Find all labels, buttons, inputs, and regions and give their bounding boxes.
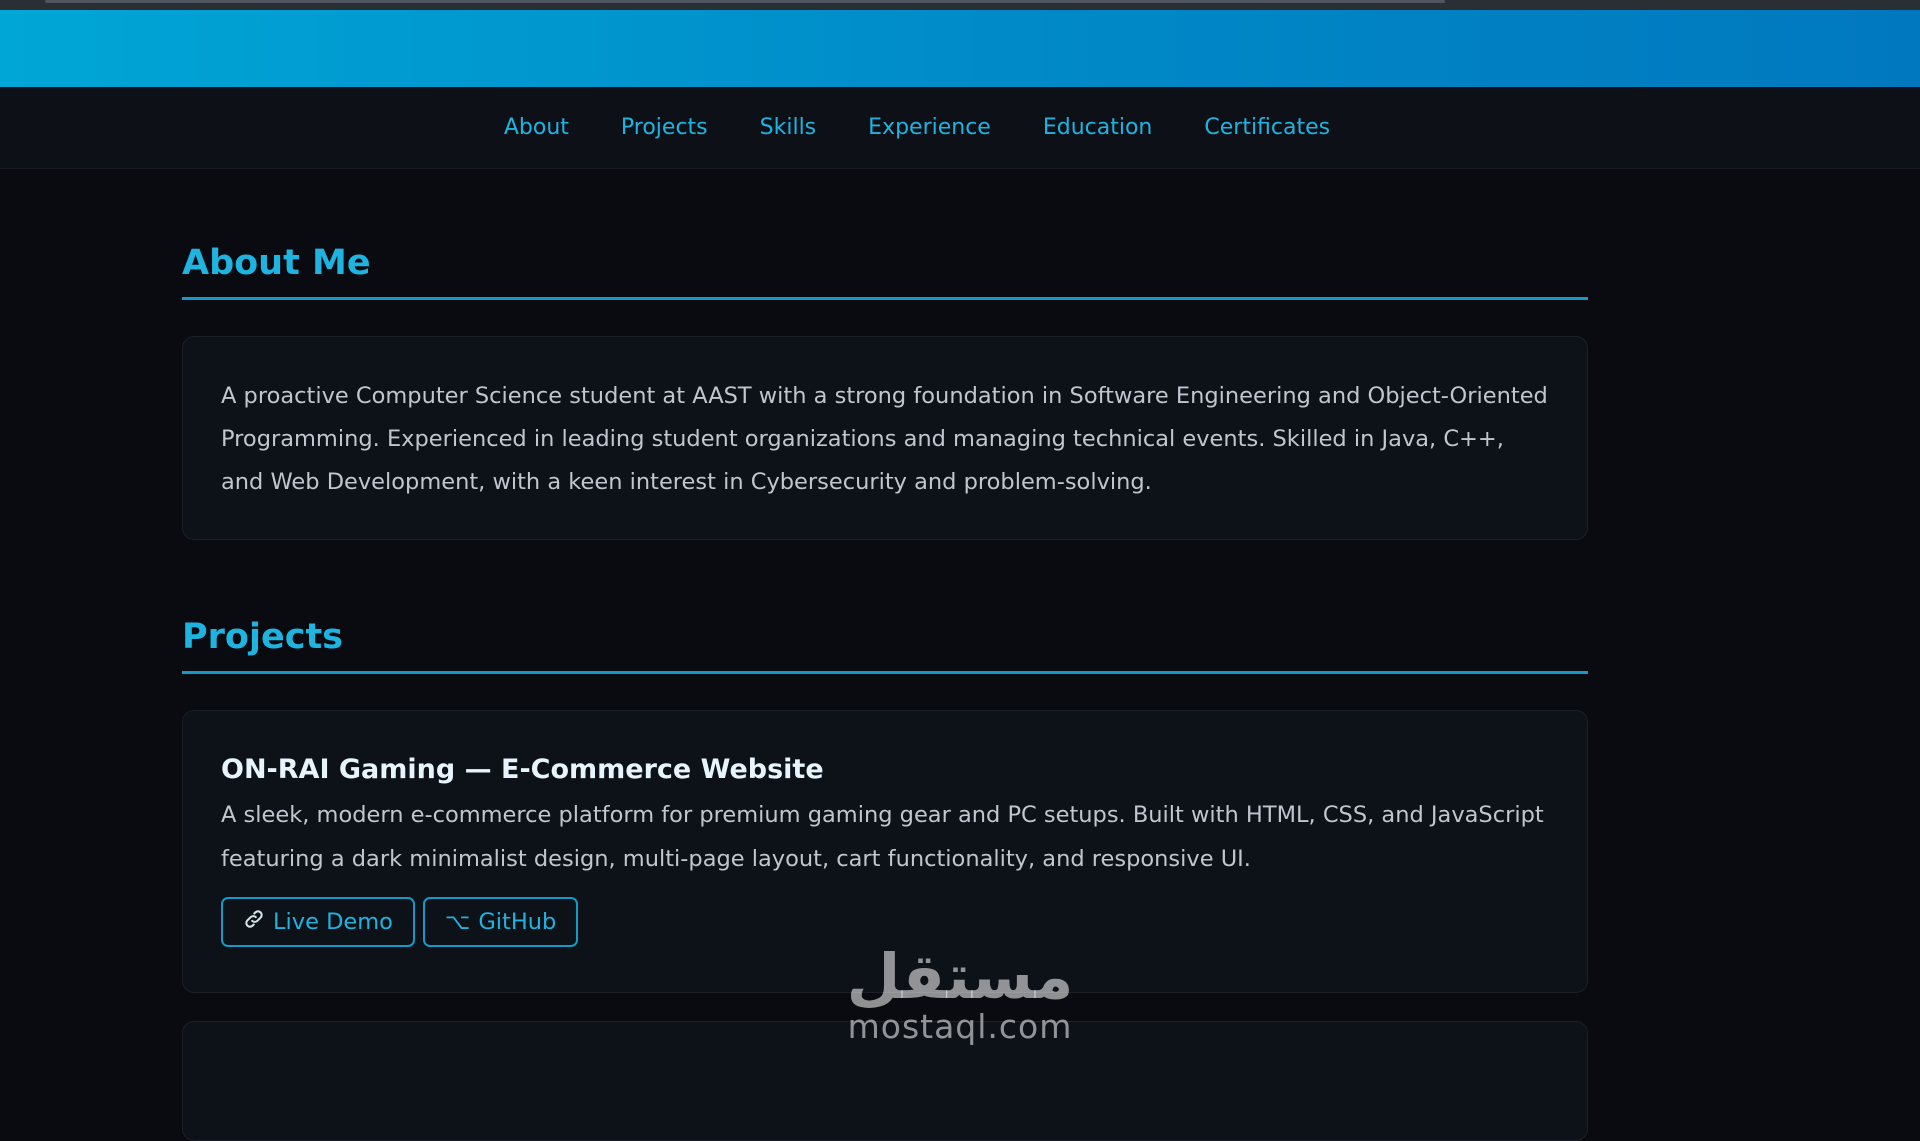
project-description: A sleek, modern e-commerce platform for …	[221, 802, 1544, 872]
about-section-title: About Me	[182, 243, 1588, 300]
projects-section-title: Projects	[182, 617, 1588, 674]
project-title: ON-RAI Gaming — E-Commerce Website	[221, 754, 824, 785]
live-demo-button[interactable]: Live Demo	[221, 897, 415, 947]
nav-link-certificates[interactable]: Certificates	[1204, 115, 1330, 140]
link-icon	[243, 908, 265, 936]
browser-top-strip	[0, 0, 1920, 10]
project-card-next	[182, 1021, 1588, 1141]
github-label: GitHub	[478, 909, 557, 935]
about-text: A proactive Computer Science student at …	[221, 383, 1548, 495]
main-content: About Me A proactive Computer Science st…	[182, 169, 1588, 1141]
about-card: A proactive Computer Science student at …	[182, 336, 1588, 540]
horizontal-scrollbar[interactable]	[45, 0, 1445, 3]
nav-link-education[interactable]: Education	[1043, 115, 1153, 140]
git-icon: ⌥	[444, 909, 471, 935]
project-links: Live Demo ⌥ GitHub	[221, 897, 1549, 947]
nav-link-skills[interactable]: Skills	[760, 115, 817, 140]
nav-link-about[interactable]: About	[504, 115, 569, 140]
github-button[interactable]: ⌥ GitHub	[422, 897, 579, 947]
nav-link-projects[interactable]: Projects	[621, 115, 708, 140]
live-demo-label: Live Demo	[273, 909, 393, 935]
project-card: ON-RAI Gaming — E-Commerce Website A sle…	[182, 710, 1588, 993]
main-nav: About Projects Skills Experience Educati…	[0, 87, 1920, 169]
header-banner	[0, 10, 1920, 87]
nav-link-experience[interactable]: Experience	[868, 115, 991, 140]
